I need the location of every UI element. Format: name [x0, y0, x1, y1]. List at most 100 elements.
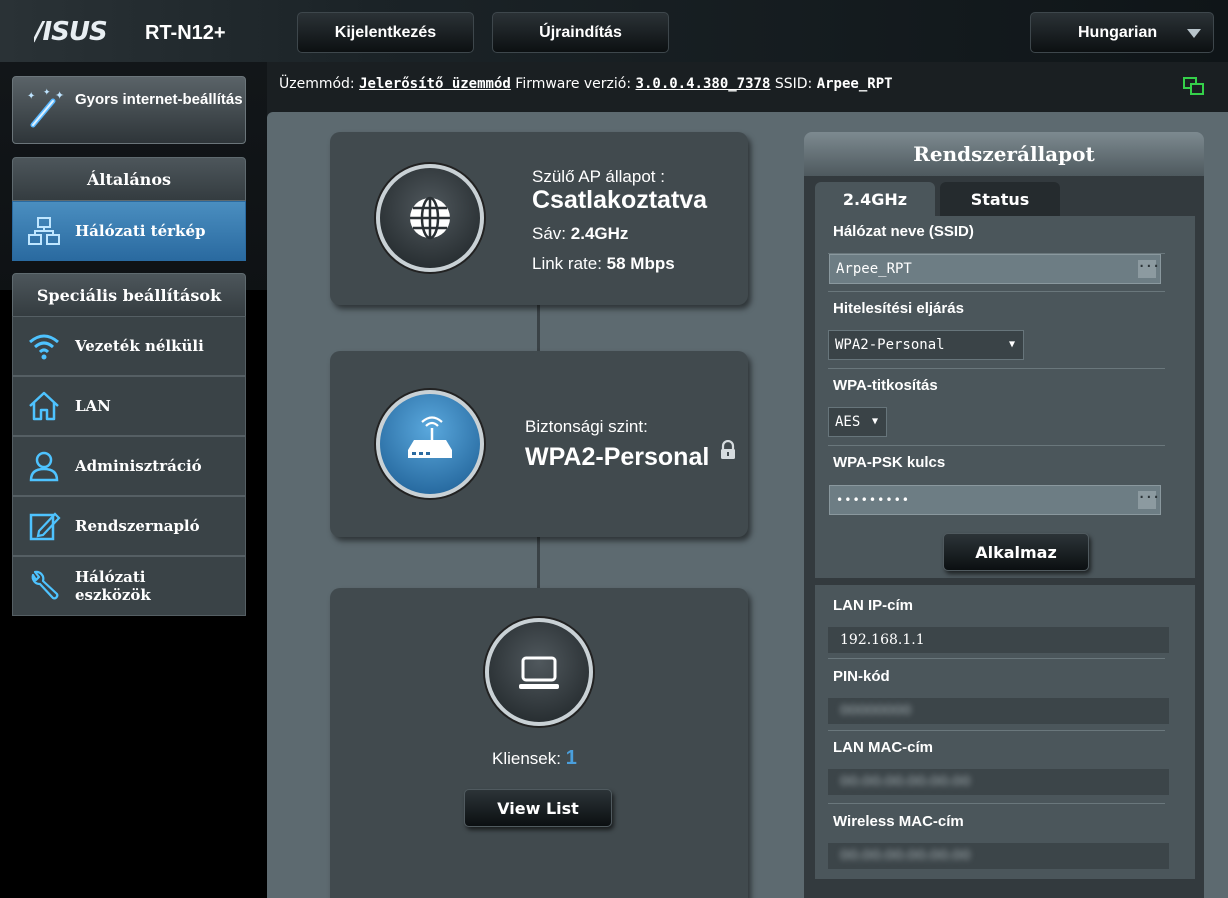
quick-setup-label: Gyors internet-beállítás [75, 91, 243, 108]
clients-row: Kliensek: 1 [492, 747, 577, 770]
wireless-mac-value-box: 00:00:00:00:00:00 [828, 843, 1169, 869]
internet-circle[interactable] [376, 164, 484, 272]
network-map-icon [28, 217, 60, 245]
auth-method-select[interactable]: WPA2-Personal ▼ [828, 330, 1024, 360]
sidebar-item-lan-label: LAN [75, 397, 111, 415]
firmware-link[interactable]: 3.0.0.4.380_7378 [636, 76, 771, 92]
lan-mac-value-box: 00:00:00:00:00:00 [828, 769, 1169, 795]
link-rate-row: Link rate: 58 Mbps [532, 254, 675, 274]
logout-button[interactable]: Kijelentkezés [297, 12, 474, 53]
sidebar-item-wireless-label: Vezeték nélküli [75, 337, 204, 355]
clients-circle[interactable] [485, 618, 593, 726]
band-value: 2.4GHz [570, 224, 629, 243]
language-select[interactable]: Hungarian [1030, 12, 1214, 53]
sidebar-item-wireless[interactable]: Vezeték nélküli [12, 316, 246, 376]
more-icon[interactable]: ··· [1138, 491, 1160, 509]
band-row: Sáv: 2.4GHz [532, 224, 628, 244]
magic-wand-icon: ✦ ✦ ✦ [27, 87, 64, 128]
router-icon [408, 416, 452, 458]
link-rate-value: 58 Mbps [606, 254, 675, 273]
security-label: Biztonsági szint: [525, 417, 648, 436]
sidebar-item-administration[interactable]: Adminisztráció [12, 436, 246, 496]
mode-link[interactable]: Jelerősítő üzemmód [359, 76, 511, 92]
parent-ap-status: Csatlakoztatva [532, 186, 708, 214]
lan-mac-value: 00:00:00:00:00:00 [840, 774, 971, 790]
network-status-icon[interactable] [1182, 76, 1206, 98]
chevron-down-icon [1187, 29, 1201, 38]
svg-text:✦: ✦ [43, 87, 51, 97]
sidebar-item-network-tools[interactable]: Hálózati eszközök [12, 556, 246, 616]
connector-line [537, 537, 540, 588]
svg-text:✦: ✦ [55, 90, 64, 102]
general-section-title: Általános [12, 157, 246, 201]
connector-line [537, 305, 540, 351]
caret-down-icon: ▼ [1008, 339, 1015, 350]
apply-button[interactable]: Alkalmaz [943, 533, 1089, 571]
sidebar-item-network-tools-label: Hálózati eszközök [75, 568, 151, 604]
psk-input-value: ••••••••• [836, 493, 911, 507]
clients-label: Kliensek: [492, 749, 561, 768]
divider [828, 658, 1165, 659]
more-icon[interactable]: ··· [1138, 260, 1160, 278]
sidebar-item-system-log-label: Rendszernapló [75, 517, 200, 535]
tools-icon [31, 570, 59, 600]
ssid-label: SSID: [774, 76, 813, 92]
tab-2-4ghz[interactable]: 2.4GHz [815, 182, 935, 216]
lan-ip-label: LAN IP-cím [833, 597, 914, 614]
globe-icon [410, 196, 450, 240]
mode-label: Üzemmód: [279, 76, 355, 92]
divider [828, 368, 1165, 369]
wireless-mac-value: 00:00:00:00:00:00 [840, 848, 971, 864]
quick-setup-button[interactable]: ✦ ✦ ✦ Gyors internet-beállítás [12, 76, 246, 144]
home-icon [29, 391, 59, 421]
sidebar-item-network-map[interactable]: Hálózati térkép [12, 201, 246, 261]
wifi-icon [29, 334, 59, 360]
clients-count[interactable]: 1 [566, 747, 577, 769]
parent-ap-label: Szülő AP állapot : [532, 167, 665, 186]
band-label: Sáv: [532, 224, 567, 243]
tab-status[interactable]: Status [940, 182, 1060, 216]
sidebar-item-system-log[interactable]: Rendszernapló [12, 496, 246, 556]
wireless-mac-label: Wireless MAC-cím [833, 813, 964, 830]
encryption-value: AES [835, 414, 861, 430]
security-value: WPA2-Personal [525, 443, 710, 471]
divider [828, 445, 1165, 446]
ssid-field-label: Hálózat neve (SSID) [833, 223, 974, 240]
lock-icon [721, 440, 735, 459]
firmware-label: Firmware verzió: [515, 76, 632, 92]
status-line: Üzemmód: Jelerősítő üzemmód Firmware ver… [279, 76, 893, 92]
svg-text:✦: ✦ [27, 91, 35, 102]
divider [828, 291, 1165, 292]
sidebar-item-network-map-label: Hálózati térkép [75, 222, 206, 240]
psk-input[interactable]: ••••••••• ··· [829, 485, 1161, 515]
language-label: Hungarian [1078, 23, 1158, 41]
sidebar-item-lan[interactable]: LAN [12, 376, 246, 436]
router-model: RT-N12+ [145, 22, 226, 44]
system-status-title: Rendszerállapot [804, 132, 1204, 176]
log-icon [29, 512, 61, 541]
auth-field-label: Hitelesítési eljárás [833, 300, 964, 317]
pin-value: 00000000 [840, 703, 912, 719]
computer-icon [519, 656, 559, 689]
pin-value-box: 00000000 [828, 698, 1169, 724]
link-rate-label: Link rate: [532, 254, 602, 273]
divider [828, 803, 1165, 804]
view-list-button[interactable]: View List [464, 789, 612, 827]
encryption-select[interactable]: AES ▼ [828, 407, 887, 437]
pin-label: PIN-kód [833, 668, 890, 685]
auth-method-value: WPA2-Personal [835, 337, 945, 353]
lan-ip-value: 192.168.1.1 [828, 627, 1169, 653]
top-bar: /ISUS RT-N12+ Kijelentkezés Újraindítás … [0, 0, 1228, 62]
sidebar-item-administration-label: Adminisztráció [75, 457, 202, 475]
divider [828, 730, 1165, 731]
router-circle[interactable] [376, 390, 484, 498]
svg-text:/ISUS: /ISUS [34, 18, 107, 44]
reboot-button[interactable]: Újraindítás [492, 12, 669, 53]
ssid-input-value: Arpee_RPT [836, 261, 912, 277]
user-icon [29, 451, 59, 482]
caret-down-icon: ▼ [871, 416, 878, 427]
psk-field-label: WPA-PSK kulcs [833, 454, 946, 471]
lan-mac-label: LAN MAC-cím [833, 739, 933, 756]
asus-logo: /ISUS [31, 17, 126, 50]
ssid-input[interactable]: Arpee_RPT ··· [829, 254, 1161, 284]
